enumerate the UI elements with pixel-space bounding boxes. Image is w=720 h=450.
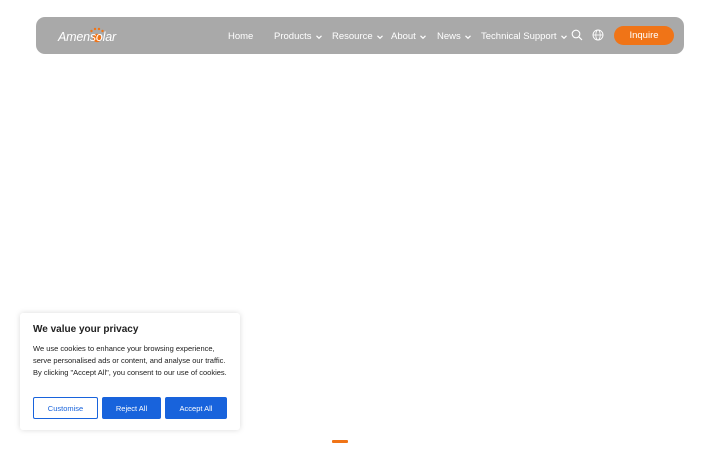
- chevron-down-icon: [315, 34, 322, 39]
- nav-item-home[interactable]: Home: [228, 30, 253, 43]
- chevron-down-icon: [464, 34, 471, 39]
- reject-all-button[interactable]: Reject All: [102, 397, 161, 419]
- nav-item-products[interactable]: Products: [274, 30, 323, 43]
- nav-item-about[interactable]: About: [391, 30, 427, 43]
- chevron-down-icon: [560, 34, 567, 39]
- chevron-down-icon: [376, 34, 383, 39]
- cookie-banner-title: We value your privacy: [33, 324, 139, 335]
- accept-all-button[interactable]: Accept All: [165, 397, 227, 419]
- nav-item-technical-support[interactable]: Technical Support: [481, 30, 568, 43]
- search-icon[interactable]: [571, 29, 583, 41]
- brand-logo[interactable]: Amensolar: [58, 25, 122, 47]
- cookie-consent-banner: We value your privacy We use cookies to …: [20, 313, 240, 430]
- carousel-indicator[interactable]: [332, 440, 348, 443]
- nav-item-news[interactable]: News: [437, 30, 472, 43]
- chevron-down-icon: [419, 34, 426, 39]
- inquire-button[interactable]: Inquire: [614, 26, 674, 45]
- nav-item-resource[interactable]: Resource: [332, 30, 384, 43]
- globe-icon[interactable]: [592, 29, 604, 41]
- cookie-banner-text: We use cookies to enhance your browsing …: [33, 344, 227, 377]
- site-header: Amensolar Home Products Resource About N…: [36, 17, 684, 54]
- logo-text: Amensolar: [58, 30, 116, 44]
- customise-button[interactable]: Customise: [33, 397, 98, 419]
